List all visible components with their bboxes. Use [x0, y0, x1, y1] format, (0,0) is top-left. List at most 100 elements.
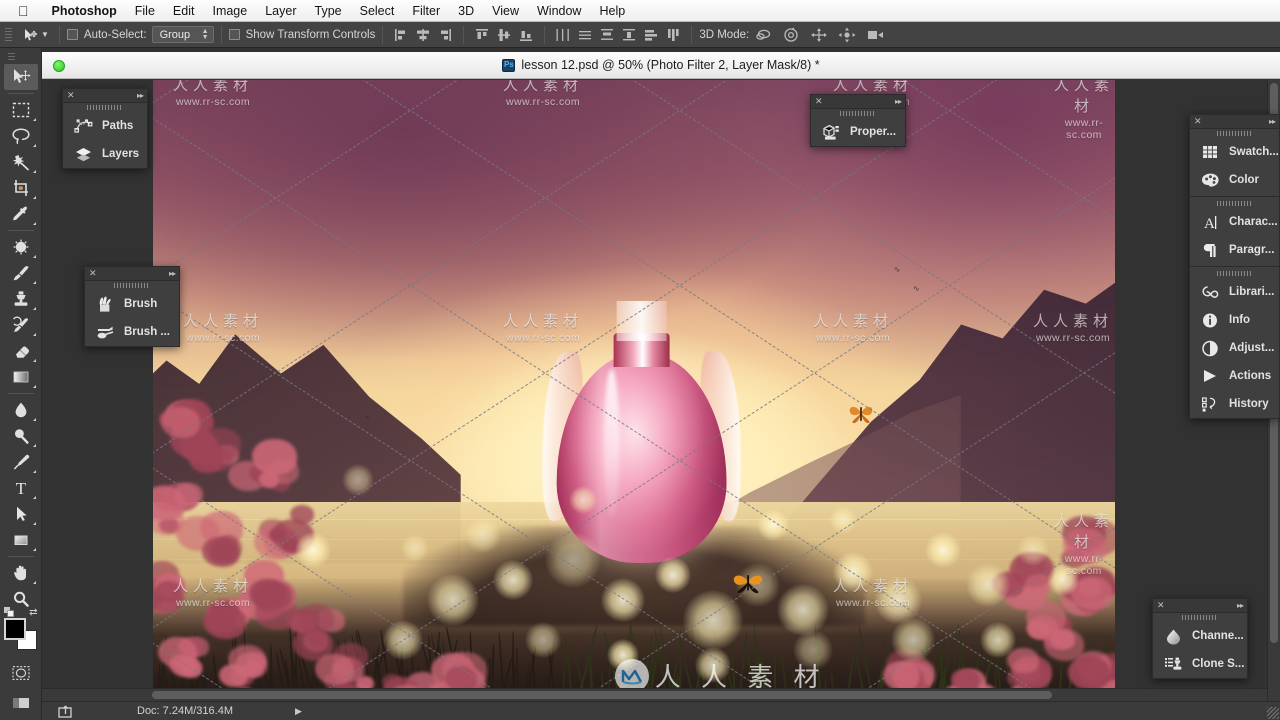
- auto-select-checkbox[interactable]: [67, 29, 78, 40]
- screen-mode-toggle[interactable]: [4, 690, 38, 716]
- close-x-icon[interactable]: ✕: [1157, 601, 1165, 610]
- double-chevron-right-icon[interactable]: ▸▸: [1237, 601, 1243, 610]
- panel-item-info[interactable]: Info: [1190, 306, 1279, 334]
- panel-item-paragraph[interactable]: Paragr...: [1190, 236, 1279, 264]
- close-x-icon[interactable]: ✕: [1194, 117, 1202, 126]
- panel-title-bar[interactable]: ✕ ▸▸: [1190, 115, 1279, 129]
- zoom-window-button[interactable]: [53, 60, 65, 72]
- panel-title-bar[interactable]: ✕ ▸▸: [85, 267, 179, 281]
- align-horizontal-centers-icon[interactable]: [414, 26, 432, 44]
- double-chevron-right-icon[interactable]: ▸▸: [169, 269, 175, 278]
- panel-drag-grip[interactable]: [1190, 129, 1279, 138]
- panel-item-adjustments[interactable]: Adjust...: [1190, 334, 1279, 362]
- distribute-right-icon[interactable]: [598, 26, 616, 44]
- panel-item-actions[interactable]: Actions: [1190, 362, 1279, 390]
- close-x-icon[interactable]: ✕: [89, 269, 97, 278]
- apple-logo-icon[interactable]: : [18, 4, 29, 18]
- align-bottom-edges-icon[interactable]: [517, 26, 535, 44]
- panel-drag-grip[interactable]: [811, 109, 905, 118]
- status-expand-icon[interactable]: ▶: [295, 706, 302, 717]
- panel-item-layers[interactable]: Layers: [63, 140, 147, 168]
- menu-item-3d[interactable]: 3D: [449, 0, 483, 22]
- options-bar-grip[interactable]: [4, 27, 13, 43]
- channels-clone-panel[interactable]: ✕ ▸▸ Channe... Clone S...: [1152, 598, 1248, 679]
- tool-clone-stamp[interactable]: [4, 286, 38, 312]
- menu-item-filter[interactable]: Filter: [403, 0, 449, 22]
- panel-item-history[interactable]: History: [1190, 390, 1279, 418]
- orbit-3d-icon[interactable]: [753, 26, 773, 44]
- align-vertical-centers-icon[interactable]: [495, 26, 513, 44]
- right-dock-panel[interactable]: ✕ ▸▸ Swatch... Color A Charac... Paragr.…: [1189, 114, 1280, 419]
- panel-title-bar[interactable]: ✕ ▸▸: [1153, 599, 1247, 613]
- distribute-horizontal-center-icon[interactable]: [576, 26, 594, 44]
- menu-item-photoshop[interactable]: Photoshop: [43, 0, 126, 22]
- slide-3d-icon[interactable]: [837, 26, 857, 44]
- tool-crop[interactable]: [4, 175, 38, 201]
- tool-blur[interactable]: [4, 397, 38, 423]
- panel-item-properties[interactable]: Proper...: [811, 118, 905, 146]
- panel-drag-grip[interactable]: [85, 281, 179, 290]
- tool-lasso[interactable]: [4, 123, 38, 149]
- tool-eraser[interactable]: [4, 338, 38, 364]
- panel-drag-grip[interactable]: [63, 103, 147, 112]
- panel-title-bar[interactable]: ✕ ▸▸: [63, 89, 147, 103]
- document-title-bar[interactable]: Ps lesson 12.psd @ 50% (Photo Filter 2, …: [42, 52, 1280, 79]
- tool-magic-wand[interactable]: [4, 149, 38, 175]
- window-resize-grip[interactable]: [1267, 707, 1279, 719]
- default-colors-icon[interactable]: [4, 607, 15, 618]
- tool-pen[interactable]: [4, 449, 38, 475]
- panel-drag-grip[interactable]: [1190, 199, 1279, 208]
- auto-select-scope-select[interactable]: Group ▲ ▼: [152, 26, 214, 43]
- active-tool-indicator[interactable]: ▼: [19, 27, 52, 43]
- distribute-bottom-icon[interactable]: [664, 26, 682, 44]
- pan-3d-icon[interactable]: [809, 26, 829, 44]
- close-x-icon[interactable]: ✕: [815, 97, 823, 106]
- align-top-edges-icon[interactable]: [473, 26, 491, 44]
- menu-item-type[interactable]: Type: [306, 0, 351, 22]
- panel-drag-grip[interactable]: [1153, 613, 1247, 622]
- share-icon[interactable]: [58, 705, 73, 718]
- tools-panel-grip[interactable]: [0, 52, 41, 62]
- menu-item-edit[interactable]: Edit: [164, 0, 204, 22]
- menu-item-layer[interactable]: Layer: [256, 0, 305, 22]
- align-right-edges-icon[interactable]: [436, 26, 454, 44]
- distribute-left-icon[interactable]: [554, 26, 572, 44]
- menu-item-view[interactable]: View: [483, 0, 528, 22]
- panel-item-libraries[interactable]: Librari...: [1190, 278, 1279, 306]
- tool-hand[interactable]: [4, 560, 38, 586]
- quick-mask-toggle[interactable]: [4, 660, 38, 686]
- tool-rectangular-marquee[interactable]: [4, 97, 38, 123]
- menu-item-image[interactable]: Image: [203, 0, 256, 22]
- close-x-icon[interactable]: ✕: [67, 91, 75, 100]
- panel-item-brush[interactable]: Brush: [85, 290, 179, 318]
- foreground-color-swatch[interactable]: [4, 618, 26, 640]
- tool-path-selection[interactable]: [4, 501, 38, 527]
- double-chevron-right-icon[interactable]: ▸▸: [1269, 117, 1275, 126]
- panel-drag-grip[interactable]: [1190, 269, 1279, 278]
- double-chevron-right-icon[interactable]: ▸▸: [137, 91, 143, 100]
- scale-3d-icon[interactable]: [865, 26, 885, 44]
- tool-type[interactable]: T: [4, 475, 38, 501]
- panel-title-bar[interactable]: ✕ ▸▸: [811, 95, 905, 109]
- panel-item-brush-presets[interactable]: Brush ...: [85, 318, 179, 346]
- panel-item-swatches[interactable]: Swatch...: [1190, 138, 1279, 166]
- roll-3d-icon[interactable]: [781, 26, 801, 44]
- tool-rectangle-shape[interactable]: [4, 527, 38, 553]
- double-chevron-right-icon[interactable]: ▸▸: [895, 97, 901, 106]
- tool-dodge[interactable]: [4, 423, 38, 449]
- tool-brush[interactable]: [4, 260, 38, 286]
- panel-item-channels[interactable]: Channe...: [1153, 622, 1247, 650]
- menu-item-select[interactable]: Select: [351, 0, 404, 22]
- canvas-area[interactable]: ∿ ∿ ∿ 人人素材 www.rr-sc.com 人人素材 www.rr-sc.com…: [153, 80, 1115, 700]
- canvas-horizontal-scrollbar[interactable]: [42, 688, 1267, 701]
- align-left-edges-icon[interactable]: [392, 26, 410, 44]
- document-canvas[interactable]: ∿ ∿ ∿ 人人素材 www.rr-sc.com 人人素材 www.rr-sc.com…: [153, 80, 1115, 700]
- panel-item-paths[interactable]: Paths: [63, 112, 147, 140]
- tool-spot-healing-brush[interactable]: [4, 234, 38, 260]
- tool-history-brush[interactable]: [4, 312, 38, 338]
- panel-item-clone-source[interactable]: Clone S...: [1153, 650, 1247, 678]
- distribute-top-icon[interactable]: [620, 26, 638, 44]
- properties-panel-group[interactable]: ✕ ▸▸ Proper...: [810, 94, 906, 147]
- tool-eyedropper[interactable]: [4, 201, 38, 227]
- panel-item-character[interactable]: A Charac...: [1190, 208, 1279, 236]
